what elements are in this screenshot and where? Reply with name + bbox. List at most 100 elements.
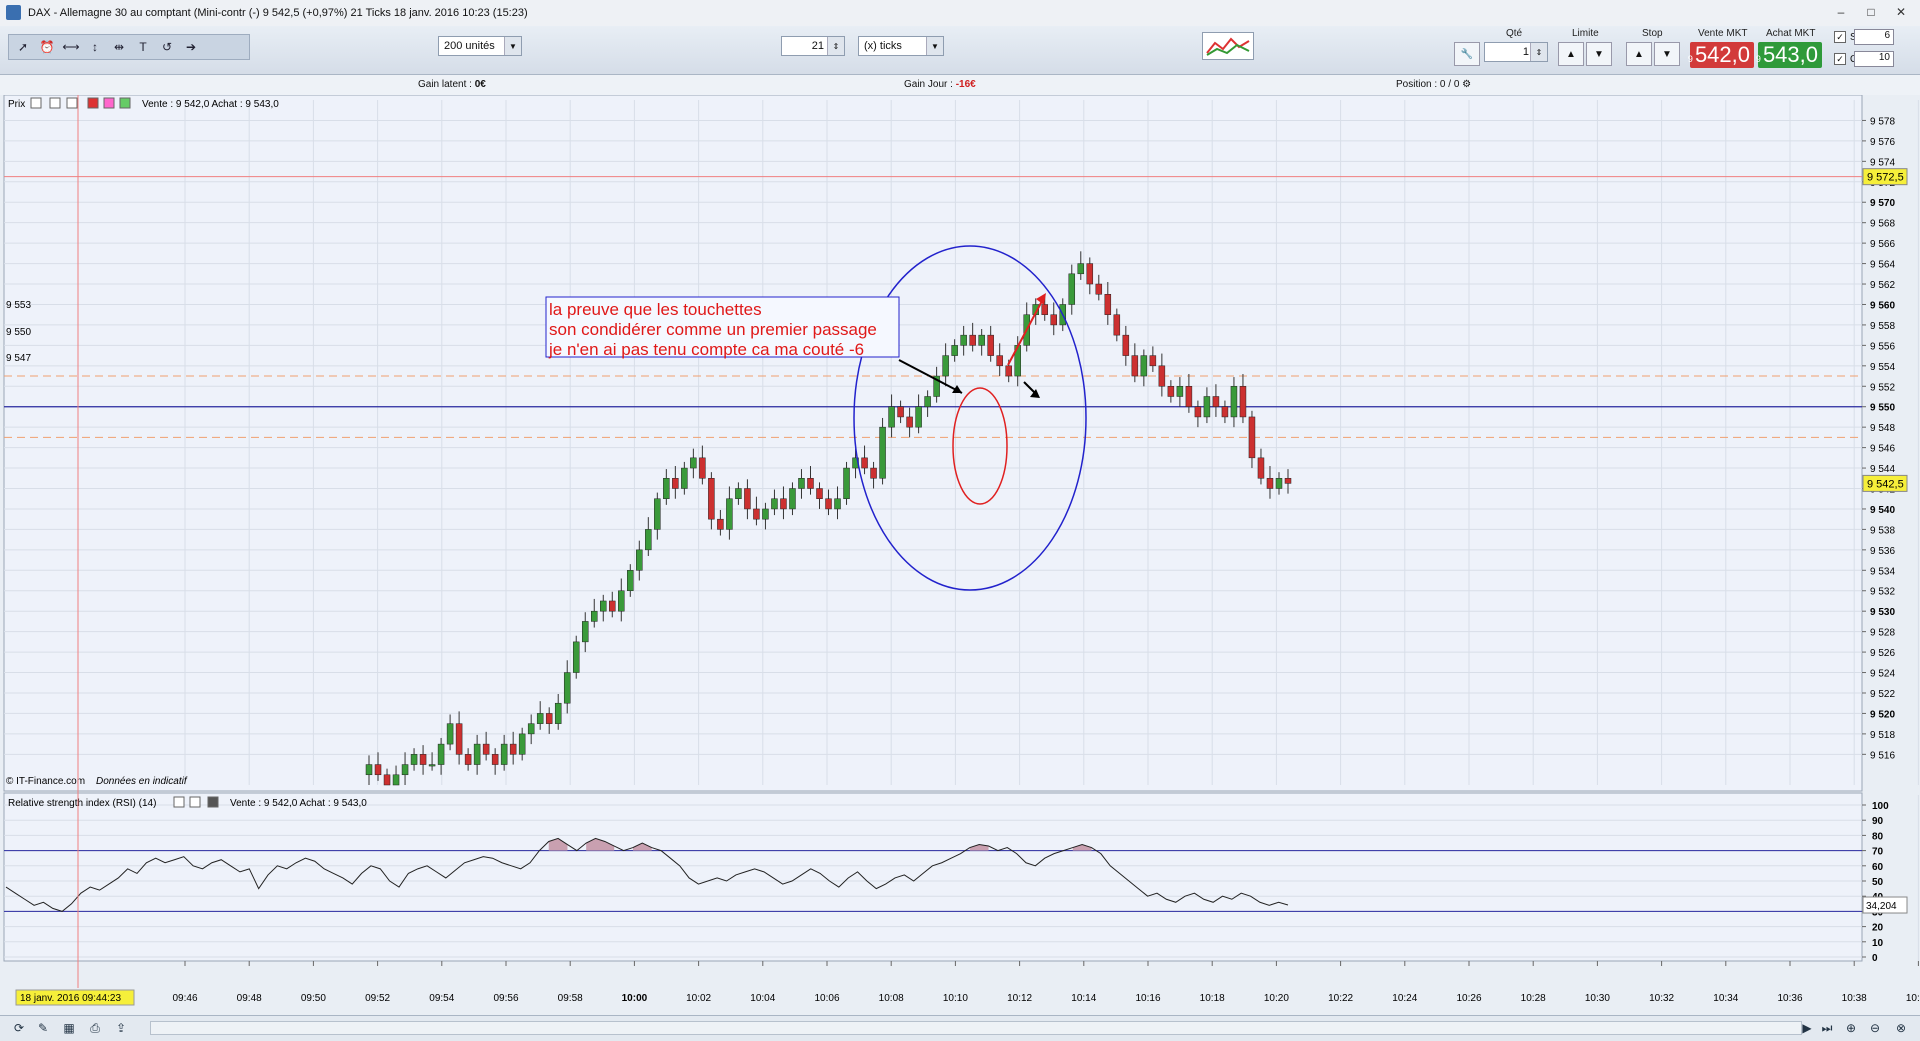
export-icon[interactable]: ⇪ — [112, 1020, 130, 1036]
print-icon[interactable]: ⎙ — [86, 1020, 104, 1036]
candle-body — [1203, 396, 1211, 418]
edit-icon[interactable]: ✎ — [34, 1020, 52, 1036]
minimize-button[interactable]: – — [1828, 3, 1854, 21]
sell-alert-icon[interactable] — [103, 97, 115, 109]
candle-body — [1239, 386, 1247, 418]
time-tick-label: 10:06 — [814, 993, 839, 1004]
candle-body — [654, 498, 661, 530]
price-tick-label: 9 536 — [1870, 546, 1895, 557]
order-panel: Qté Limite Stop Vente MKT Achat MKT 🔧 1 … — [1448, 26, 1828, 74]
buy-mkt-button[interactable]: 9 543,0 — [1755, 42, 1822, 68]
s-value-input[interactable]: 6 — [1854, 29, 1894, 45]
close-icon[interactable] — [87, 97, 99, 109]
candle-body — [1005, 365, 1012, 377]
horizontal-line-icon[interactable]: ⟷ — [61, 38, 81, 56]
window-icon[interactable] — [49, 97, 61, 109]
ticks-unit-select[interactable]: (x) ticks ▼ — [858, 36, 944, 56]
ticks-unit-value: (x) ticks — [864, 40, 902, 52]
chart-type-icon[interactable] — [1202, 32, 1254, 60]
gain-latent: Gain latent : 0€ — [418, 79, 486, 90]
sell-mkt-button[interactable]: 9 542,0 — [1688, 42, 1754, 68]
zoom-out-icon[interactable]: ⊖ — [1866, 1020, 1884, 1036]
candle-body — [591, 610, 598, 622]
level-label-9553: 9 553 — [6, 300, 31, 311]
stop-checkbox[interactable]: ✓ — [1834, 31, 1846, 43]
price-tick-label: 9 516 — [1870, 750, 1895, 761]
fibonacci-icon[interactable]: ⇹ — [109, 38, 129, 56]
time-tick-label: 09:54 — [429, 993, 454, 1004]
price-tick-label: 9 526 — [1870, 648, 1895, 659]
zoom-reset-icon[interactable]: ⊗ — [1892, 1020, 1910, 1036]
bell-icon[interactable] — [66, 97, 78, 109]
time-tick-label: 10:22 — [1328, 993, 1353, 1004]
candle-body — [545, 713, 553, 724]
stop-sell-button[interactable]: ▼ — [1654, 42, 1680, 66]
candle-body — [518, 733, 526, 755]
scroll-end-icon[interactable]: ⏭ — [1818, 1020, 1836, 1036]
spinner-icon[interactable]: ⇕ — [1530, 43, 1547, 61]
o-value-input[interactable]: 10 — [1854, 51, 1894, 67]
settings-icon[interactable]: ⚙ — [1462, 79, 1471, 90]
vertical-line-icon[interactable]: ↕ — [85, 38, 105, 56]
candle-body — [482, 743, 490, 755]
loop-icon[interactable]: ↺ — [157, 38, 177, 56]
horizontal-scrollbar[interactable] — [150, 1021, 1802, 1035]
window-controls: – □ ✕ — [1828, 3, 1914, 21]
chevron-down-icon: ▼ — [504, 37, 521, 55]
ticks-input[interactable]: 21 ⇕ — [781, 36, 845, 56]
price-tick-label: 9 534 — [1870, 566, 1895, 577]
candle-body — [906, 416, 913, 428]
arrow-right-icon[interactable]: ➔ — [181, 38, 201, 56]
candle-body — [609, 600, 616, 612]
price-tick-label: 9 552 — [1870, 382, 1895, 393]
refresh-icon[interactable]: ⟳ — [10, 1020, 28, 1036]
text-tool-icon[interactable]: T — [133, 38, 153, 56]
candle-body — [879, 426, 886, 479]
units-select[interactable]: 200 unités ▼ — [438, 36, 522, 56]
buy-price: 543,0 — [1762, 42, 1818, 67]
candle-body — [645, 529, 652, 551]
close-icon[interactable] — [207, 796, 219, 808]
wrench-icon[interactable]: 🔧 — [1454, 42, 1480, 66]
candle-body — [1104, 294, 1112, 315]
layout-icon[interactable]: ▦ — [60, 1020, 78, 1036]
wrench-icon[interactable] — [30, 97, 42, 109]
annotation-line-2: son condidérer comme un premier passage — [549, 320, 877, 339]
chevron-down-icon: ▼ — [926, 37, 943, 55]
candle-body — [1050, 314, 1057, 326]
objective-checkbox[interactable]: ✓ — [1834, 53, 1846, 65]
buy-prefix: 9 — [1755, 54, 1761, 64]
window-icon[interactable] — [189, 796, 201, 808]
candle-body — [1140, 355, 1148, 377]
candle-body — [1284, 478, 1292, 484]
alarm-icon[interactable]: ⏰ — [37, 38, 57, 56]
candle-body — [446, 723, 454, 745]
candle-body — [500, 743, 508, 765]
wrench-icon[interactable] — [173, 796, 185, 808]
scroll-right-icon[interactable]: ▶ — [1798, 1020, 1816, 1036]
price-tick-label: 9 564 — [1870, 260, 1895, 271]
stop-buy-button[interactable]: ▲ — [1626, 42, 1652, 66]
time-tick-label: 10:36 — [1777, 993, 1802, 1004]
qty-input[interactable]: 1 ⇕ — [1484, 42, 1548, 62]
price-tick-label: 9 520 — [1870, 709, 1895, 720]
limit-sell-button[interactable]: ▼ — [1586, 42, 1612, 66]
stop-label: Stop — [1642, 28, 1663, 39]
current-price-label: 9 542,5 — [1867, 478, 1904, 490]
zoom-in-icon[interactable]: ⊕ — [1842, 1020, 1860, 1036]
candle-body — [996, 355, 1003, 367]
buy-alert-icon[interactable] — [119, 97, 131, 109]
close-button[interactable]: ✕ — [1888, 3, 1914, 21]
candle-body — [942, 355, 949, 377]
candle-body — [978, 334, 985, 346]
window-title: DAX - Allemagne 30 au comptant (Mini-con… — [28, 7, 528, 19]
chart-svg[interactable]: 9 516 9 518 9 520 9 522 9 524 9 526 9 528 9 530… — [0, 94, 1920, 1015]
limit-buy-button[interactable]: ▲ — [1558, 42, 1584, 66]
candle-body — [843, 467, 850, 499]
cursor-icon[interactable]: ➚ — [13, 38, 33, 56]
maximize-button[interactable]: □ — [1858, 3, 1884, 21]
gain-latent-label: Gain latent : — [418, 79, 472, 90]
candle-body — [1086, 263, 1094, 285]
spinner-icon[interactable]: ⇕ — [827, 37, 844, 55]
candle-body — [554, 702, 562, 724]
